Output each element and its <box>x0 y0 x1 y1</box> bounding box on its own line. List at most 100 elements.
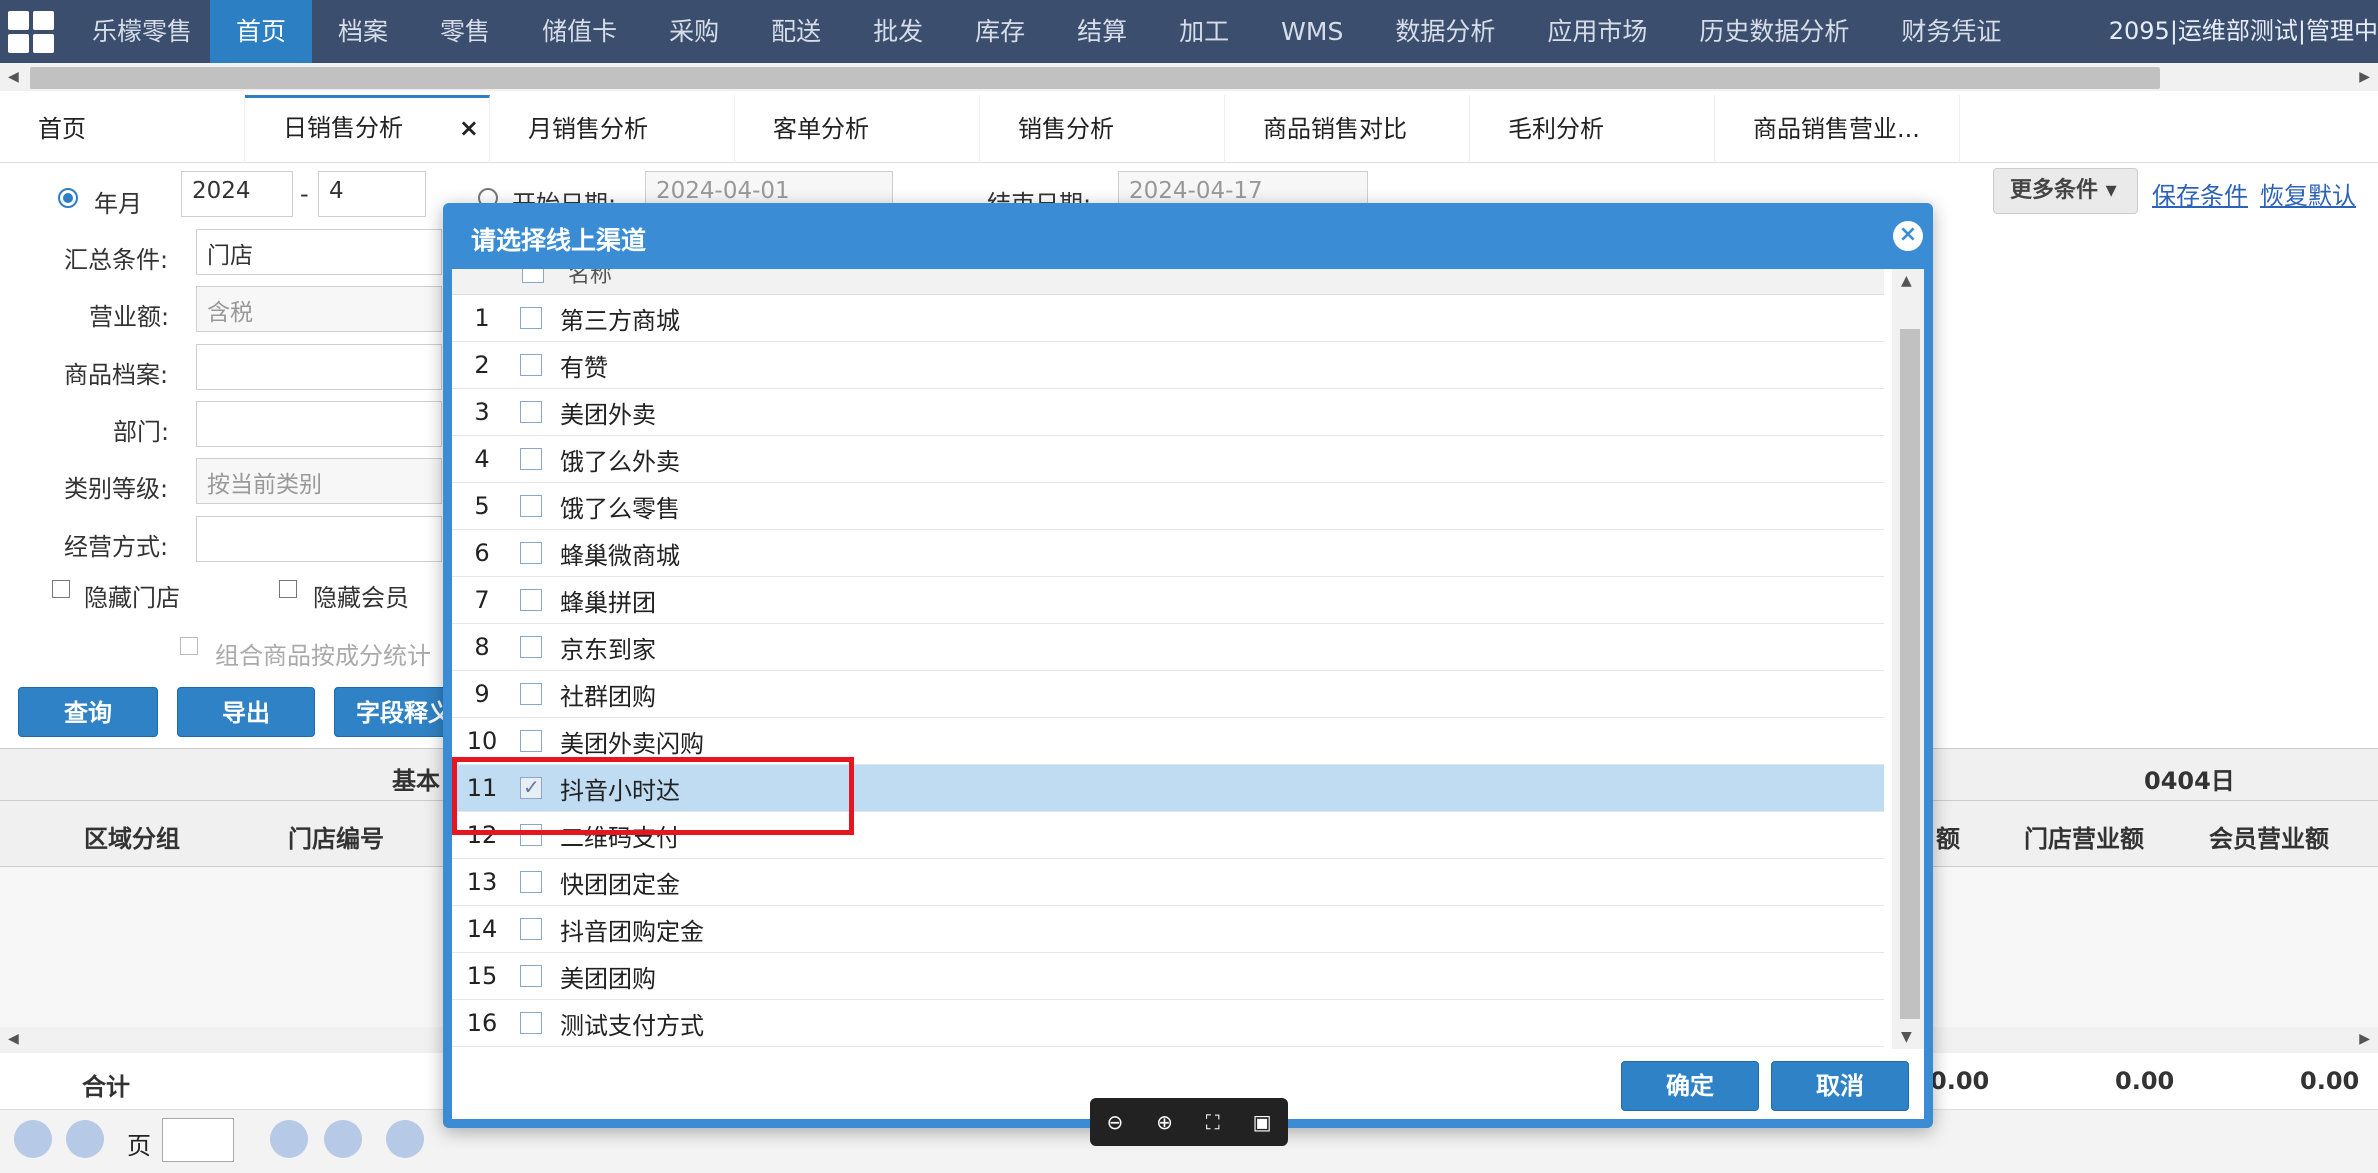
col-store-no[interactable]: 门店编号 <box>288 819 384 854</box>
nav-item[interactable]: 零售 <box>414 0 516 63</box>
scroll-right-icon[interactable]: ▶ <box>2359 69 2370 85</box>
channel-row[interactable]: 5 饿了么零售 <box>452 483 1884 530</box>
nav-item[interactable]: WMS <box>1255 0 1369 63</box>
first-page-icon[interactable] <box>14 1120 52 1158</box>
top-horizontal-scrollbar[interactable]: ◀ ▶ <box>0 63 2378 91</box>
revenue-select[interactable]: 含税 <box>196 286 442 332</box>
nav-item[interactable]: 加工 <box>1153 0 1255 63</box>
scroll-thumb[interactable] <box>1900 329 1920 1019</box>
tab[interactable]: 月销售分析 <box>490 95 735 163</box>
user-info[interactable]: 2095|运维部测试|管理中 <box>2109 0 2378 63</box>
export-button[interactable]: 导出 <box>177 687 315 737</box>
scroll-thumb[interactable] <box>30 67 2160 89</box>
scroll-right-icon[interactable]: ▶ <box>2359 1031 2370 1047</box>
tab-close-icon[interactable]: × <box>459 98 479 158</box>
channel-row[interactable]: 8 京东到家 <box>452 624 1884 671</box>
nav-item[interactable]: 财务凭证 <box>1875 0 2027 63</box>
confirm-button[interactable]: 确定 <box>1621 1061 1759 1111</box>
summary-input[interactable]: 门店 <box>196 229 442 275</box>
nav-item[interactable]: 应用市场 <box>1521 0 1673 63</box>
fit-screen-icon[interactable]: ⛶ <box>1206 1110 1220 1134</box>
tab[interactable]: 客单分析 <box>735 95 980 163</box>
channel-checkbox[interactable] <box>520 495 542 517</box>
channel-row[interactable]: 9 社群团购 <box>452 671 1884 718</box>
hide-member-checkbox[interactable] <box>279 580 297 598</box>
nav-item[interactable]: 首页 <box>210 0 313 63</box>
next-page-icon[interactable] <box>270 1120 308 1158</box>
product-input[interactable] <box>196 344 442 390</box>
channel-row[interactable]: 16 测试支付方式 <box>452 1000 1884 1047</box>
refresh-icon[interactable] <box>386 1120 424 1158</box>
col-store-revenue[interactable]: 门店营业额 <box>2024 819 2144 854</box>
channel-checkbox[interactable] <box>520 542 542 564</box>
combo-checkbox[interactable] <box>180 637 198 655</box>
channel-checkbox[interactable] <box>520 1012 542 1034</box>
close-icon[interactable]: × <box>1893 221 1923 251</box>
col-region[interactable]: 区域分组 <box>84 819 180 854</box>
scroll-down-icon[interactable]: ▼ <box>1901 1029 1912 1045</box>
nav-item[interactable]: 储值卡 <box>516 0 643 63</box>
scroll-up-icon[interactable]: ▲ <box>1901 273 1912 289</box>
channel-row[interactable]: 7 蜂巢拼团 <box>452 577 1884 624</box>
col-amount[interactable]: 额 <box>1936 819 1960 854</box>
query-button[interactable]: 查询 <box>18 687 158 737</box>
prev-page-icon[interactable] <box>66 1120 104 1158</box>
save-conditions-link[interactable]: 保存条件 <box>2152 176 2248 211</box>
nav-item[interactable]: 档案 <box>312 0 414 63</box>
nav-item[interactable]: 库存 <box>949 0 1051 63</box>
channel-checkbox[interactable] <box>520 307 542 329</box>
channel-checkbox[interactable] <box>520 589 542 611</box>
month-input[interactable]: 4 <box>318 171 426 217</box>
tab[interactable]: 毛利分析 <box>1470 95 1715 163</box>
scroll-left-icon[interactable]: ◀ <box>8 69 19 85</box>
channel-checkbox[interactable] <box>520 965 542 987</box>
app-grid-icon[interactable] <box>0 0 62 63</box>
channel-checkbox[interactable] <box>520 683 542 705</box>
restore-default-link[interactable]: 恢复默认 <box>2260 176 2356 211</box>
channel-row[interactable]: 14 抖音团购定金 <box>452 906 1884 953</box>
nav-item[interactable]: 数据分析 <box>1369 0 1521 63</box>
brand-name[interactable]: 乐檬零售 <box>62 0 210 63</box>
dept-input[interactable] <box>196 401 442 447</box>
list-vertical-scrollbar[interactable]: ▲ ▼ <box>1892 269 1924 1049</box>
page-input[interactable] <box>162 1118 234 1162</box>
channel-checkbox[interactable] <box>520 918 542 940</box>
cancel-button[interactable]: 取消 <box>1771 1061 1909 1111</box>
year-month-radio[interactable] <box>58 188 78 208</box>
last-page-icon[interactable] <box>324 1120 362 1158</box>
scroll-left-icon[interactable]: ◀ <box>8 1031 19 1047</box>
col-member-revenue[interactable]: 会员营业额 <box>2209 819 2329 854</box>
nav-item[interactable]: 批发 <box>847 0 949 63</box>
business-input[interactable] <box>196 516 442 562</box>
channel-checkbox[interactable] <box>520 871 542 893</box>
nav-item[interactable]: 配送 <box>745 0 847 63</box>
channel-row[interactable]: 4 饿了么外卖 <box>452 436 1884 483</box>
channel-row[interactable]: 3 美团外卖 <box>452 389 1884 436</box>
select-all-checkbox[interactable] <box>522 269 544 283</box>
present-icon[interactable]: ▣ <box>1253 1110 1272 1134</box>
tab[interactable]: 日销售分析 × <box>245 95 490 163</box>
channel-checkbox[interactable] <box>520 401 542 423</box>
nav-item[interactable]: 采购 <box>643 0 745 63</box>
nav-item[interactable]: 历史数据分析 <box>1673 0 1875 63</box>
channel-row[interactable]: 2 有赞 <box>452 342 1884 389</box>
channel-checkbox[interactable] <box>520 636 542 658</box>
zoom-out-icon[interactable]: ⊖ <box>1106 1110 1123 1134</box>
channel-row[interactable]: 13 快团团定金 <box>452 859 1884 906</box>
hide-store-checkbox[interactable] <box>52 580 70 598</box>
tab[interactable]: 商品销售对比 <box>1225 95 1470 163</box>
nav-item[interactable]: 结算 <box>1051 0 1153 63</box>
channel-row[interactable]: 6 蜂巢微商城 <box>452 530 1884 577</box>
category-select[interactable]: 按当前类别 <box>196 458 442 504</box>
channel-row[interactable]: 15 美团团购 <box>452 953 1884 1000</box>
year-input[interactable]: 2024 <box>181 171 293 217</box>
channel-checkbox[interactable] <box>520 354 542 376</box>
zoom-in-icon[interactable]: ⊕ <box>1156 1110 1173 1134</box>
tab[interactable]: 销售分析 <box>980 95 1225 163</box>
channel-row[interactable]: 1 第三方商城 <box>452 295 1884 342</box>
tab[interactable]: 商品销售营业... <box>1715 95 1960 163</box>
tab[interactable]: 首页 <box>0 95 245 163</box>
channel-checkbox[interactable] <box>520 730 542 752</box>
more-conditions-button[interactable]: 更多条件 ▾ <box>1993 168 2138 214</box>
channel-checkbox[interactable] <box>520 448 542 470</box>
